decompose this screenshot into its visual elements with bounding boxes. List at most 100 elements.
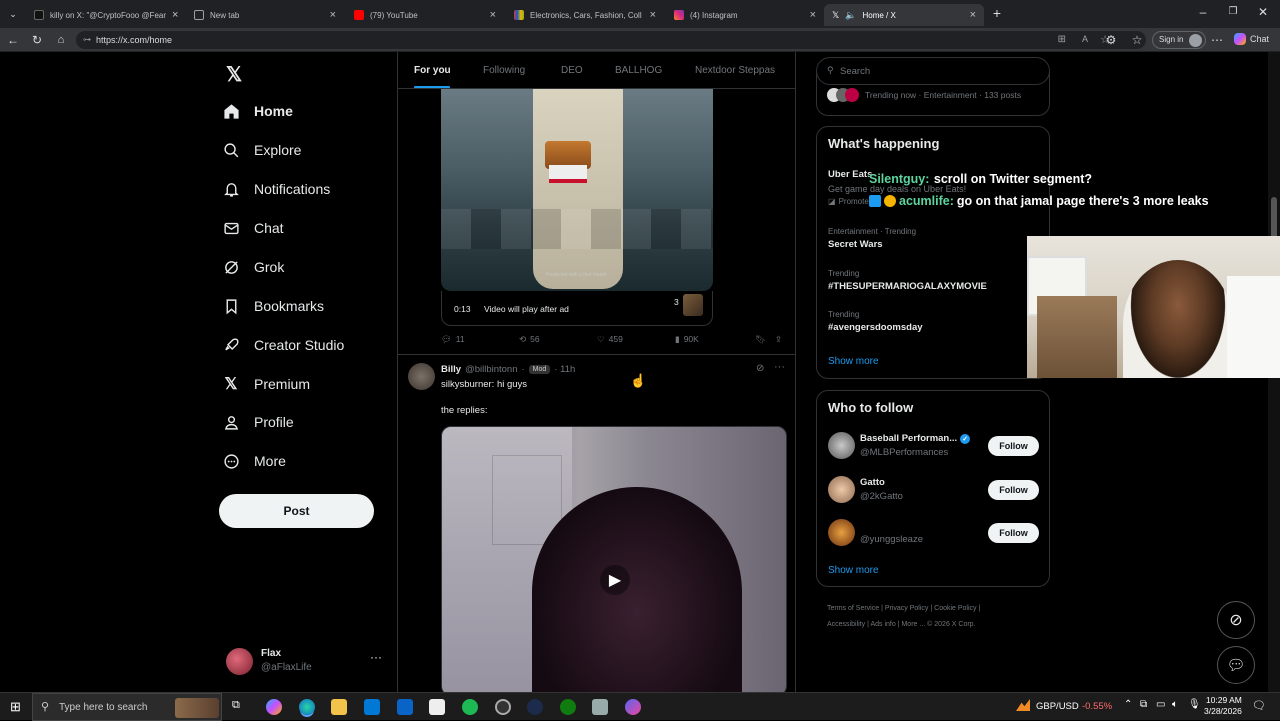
footer-more[interactable]: More ... [901,621,925,628]
tab-ebay[interactable]: Electronics, Cars, Fashion, Collectib × [506,4,664,26]
mail-icon[interactable] [397,699,413,715]
trending-now-card[interactable]: Trending now · Entertainment · 133 posts [816,72,1050,116]
nav-creator-studio[interactable]: Creator Studio [222,329,344,361]
nav-profile[interactable]: Profile [222,406,294,438]
discord-icon[interactable] [625,699,641,715]
speaker-icon[interactable]: 🔈 [845,10,856,21]
tweet2-video[interactable]: ▶ [441,426,787,692]
restore-button[interactable]: ❐ [1226,5,1240,19]
windows-start-icon[interactable]: ⊞ [10,699,21,715]
notification-icon[interactable]: 🗨︎ [1252,699,1266,712]
shield-icon[interactable] [592,699,608,715]
follow-button[interactable]: Follow [988,523,1039,543]
share-icon[interactable]: ⇪ [775,334,782,345]
like-button[interactable]: ♡ 459 [597,334,623,345]
trend-item[interactable]: Entertainment · Trending Secret Wars [828,227,916,250]
window-close-button[interactable]: ✕ [1256,5,1270,19]
footer-terms[interactable]: Terms of Service [827,605,879,612]
github-icon[interactable] [495,699,511,715]
new-tab-button[interactable]: + [990,6,1004,20]
account-switcher[interactable]: Flax @aFlaxLife ··· [226,647,386,679]
store-icon[interactable] [364,699,380,715]
more-dots-icon[interactable]: ··· [370,650,382,664]
x-logo-icon[interactable]: 𝕏 [226,62,242,87]
site-info-icon[interactable]: ⊶ [83,35,91,44]
reply-button[interactable]: 💬︎ 11 [441,334,465,345]
follow-suggestion[interactable]: @yunggsleaze Follow [817,516,1049,550]
footer-ads-info[interactable]: Ads info [870,621,895,628]
close-icon[interactable]: × [172,9,178,21]
play-button[interactable]: ▶ [600,565,630,595]
read-aloud-icon[interactable]: A [1082,34,1088,44]
show-more-link[interactable]: Show more [828,356,879,367]
more-dots-icon[interactable]: ··· [774,361,785,373]
follow-button[interactable]: Follow [988,436,1039,456]
taskbar-search[interactable]: ⚲ Type here to search [32,693,222,721]
tab-ballhog[interactable]: BALLHOG [615,65,662,76]
xbox-icon[interactable] [560,699,576,715]
tab-new[interactable]: New tab × [186,4,344,26]
document-icon[interactable] [429,699,445,715]
tray-chevron-icon[interactable]: ⌃ [1124,699,1132,710]
close-icon[interactable]: × [490,9,496,21]
extensions-icon[interactable]: ⚙ [1104,33,1118,47]
author-name[interactable]: Billy [441,364,461,375]
volume-icon[interactable]: 🔈︎ [1172,699,1178,710]
messages-float-button[interactable]: 💬︎ [1217,646,1255,684]
tab-for-you[interactable]: For you [414,65,451,76]
back-icon[interactable]: ← [6,33,20,47]
refresh-icon[interactable]: ↻ [30,33,44,47]
tab-home-x[interactable]: 𝕏 🔈 Home / X × [824,4,984,26]
tab-killy[interactable]: killy on X: "@CryptoFooo @Fear × [26,4,184,26]
clock[interactable]: 10:29 AM 3/28/2026 [1204,695,1242,717]
footer-cookie[interactable]: Cookie Policy [934,605,976,612]
nav-notifications[interactable]: Notifications [222,173,330,205]
minimize-button[interactable]: – [1196,5,1210,19]
tab-deo[interactable]: DEO [561,65,583,76]
close-icon[interactable]: × [650,9,656,21]
footer-accessibility[interactable]: Accessibility [827,621,865,628]
copilot-chat-button[interactable]: Chat [1234,33,1269,45]
task-view-icon[interactable]: ⧉ [232,699,248,715]
app-icon[interactable] [527,699,543,715]
trend-item[interactable]: Trending #THESUPERMARIOGALAXYMOVIE [828,269,987,292]
nav-home[interactable]: Home [222,95,293,127]
app-available-icon[interactable]: ⊞ [1058,34,1066,45]
nav-chat[interactable]: Chat [222,212,284,244]
follow-button[interactable]: Follow [988,480,1039,500]
close-icon[interactable]: × [810,9,816,21]
grok-float-button[interactable]: ⊘ [1217,601,1255,639]
close-icon[interactable]: × [330,9,336,21]
views-button[interactable]: ▮ 90K [675,334,699,345]
post-button[interactable]: Post [219,494,374,528]
nav-explore[interactable]: Explore [222,134,301,166]
trend-item[interactable]: Trending #avengersdoomsday [828,310,923,333]
address-bar[interactable]: ⊶ https://x.com/home ⊞ A ☆ [76,31,1146,49]
copilot-icon[interactable] [266,699,282,715]
follow-suggestion[interactable]: Gatto @2kGatto Follow [817,473,1049,507]
tweet-video[interactable]: Produced with a fast model [441,89,713,291]
ad-thumbnail[interactable] [683,294,703,316]
network-icon[interactable]: ▭ [1156,699,1165,710]
nav-premium[interactable]: 𝕏 Premium [222,368,310,400]
file-explorer-icon[interactable] [331,699,347,715]
tab-instagram[interactable]: (4) Instagram × [666,4,824,26]
close-icon[interactable]: × [970,9,976,21]
favorites-icon[interactable]: ☆ [1130,33,1144,47]
tweet-time[interactable]: · 11h [554,364,575,375]
grok-icon[interactable]: ⊘ [756,363,764,374]
spotify-icon[interactable] [462,699,478,715]
nav-bookmarks[interactable]: Bookmarks [222,290,324,322]
home-icon[interactable]: ⌂ [54,33,68,47]
signin-button[interactable]: Sign in [1152,31,1207,49]
nav-grok[interactable]: Grok [222,251,284,283]
show-more-link[interactable]: Show more [828,565,879,576]
ticker-label[interactable]: GBP/USD [1036,701,1079,712]
tab-actions-icon[interactable]: ⌄ [6,7,20,21]
author-handle[interactable]: @billbintonn [465,364,517,375]
tab-following[interactable]: Following [483,65,525,76]
tray-icon[interactable]: ⧉ [1140,699,1147,710]
footer-privacy[interactable]: Privacy Policy [885,605,929,612]
microphone-icon[interactable]: 🎙︎ [1188,699,1201,710]
repost-button[interactable]: ⟲ 56 [519,334,540,345]
